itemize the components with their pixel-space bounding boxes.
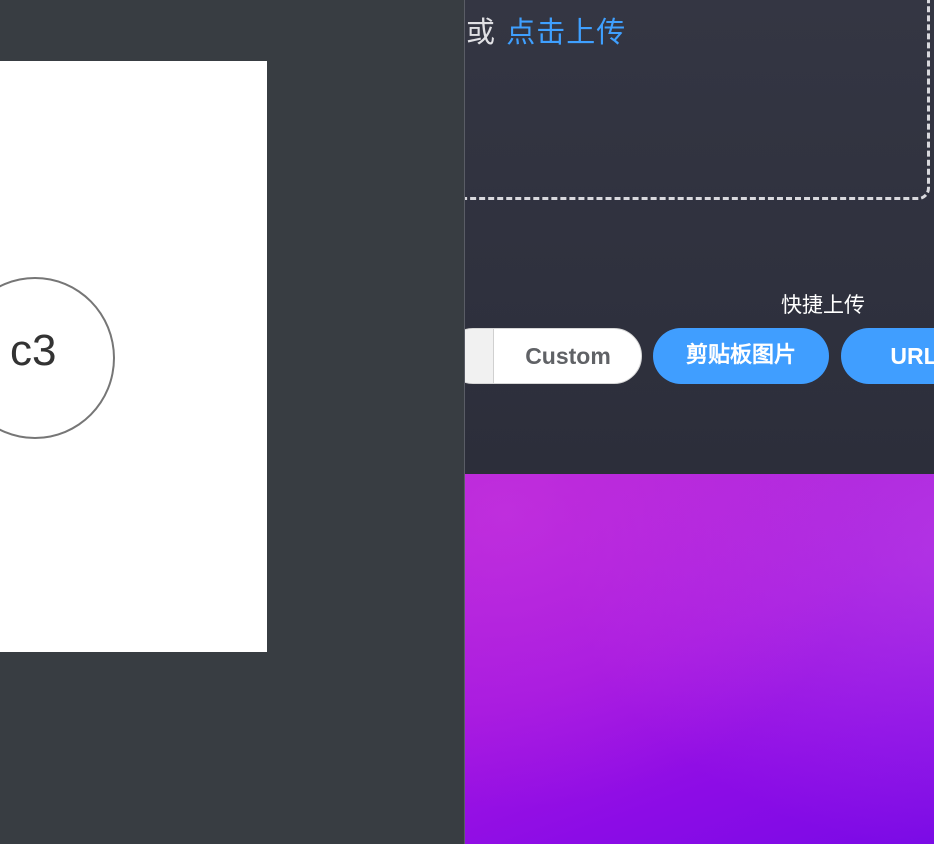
quick-upload-title: 快捷上传 [781,293,865,317]
clipboard-image-button[interactable]: 剪贴板图片 [653,328,829,384]
click-upload-link[interactable]: 点击上传 [506,15,626,49]
dropzone-hint-text: 处，或 [465,15,497,49]
uploader-option-button[interactable] [465,329,494,383]
preview-image: c3 [0,61,267,652]
upload-app-window: 处，或 点击上传 快捷上传 Custom 剪贴板图片 URL [464,0,934,844]
desktop-wallpaper [465,474,934,844]
url-upload-button[interactable]: URL [841,328,934,384]
custom-uploader-button[interactable]: Custom [494,329,641,383]
upload-panel: 处，或 点击上传 快捷上传 Custom 剪贴板图片 URL [465,0,934,474]
image-preview-pane: c3 [0,0,464,844]
uploader-button-group: Custom [465,328,642,384]
graph-node-label: c3 [10,326,57,375]
upload-dropzone[interactable]: 处，或 点击上传 [465,0,930,200]
dropzone-hint: 处，或 点击上传 [465,9,626,51]
